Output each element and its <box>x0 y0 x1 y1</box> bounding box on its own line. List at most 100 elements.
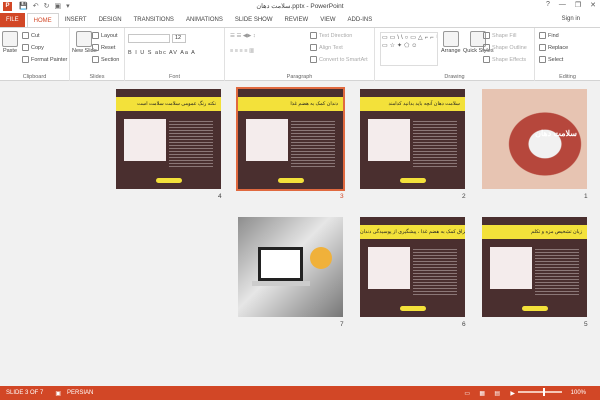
slide-thumbnail-1[interactable]: سلامت دهان <box>482 89 587 189</box>
tab-animations[interactable]: ANIMATIONS <box>180 13 229 27</box>
slide-sorter: سلامت دهان 1 سلامت دهان آنچه باید بدانید… <box>0 81 600 385</box>
align-buttons[interactable]: ≡ ≡ ≡ ≡ ▥ <box>230 48 254 54</box>
slide-1-title: سلامت دهان <box>535 129 577 138</box>
bullets-button[interactable]: ☰ ☰ ◀▶ ↕ <box>230 33 256 39</box>
slides-group: New Slide Layout Reset Section Slides <box>70 28 125 81</box>
help-icon[interactable]: ? <box>546 1 550 9</box>
slide-sorter-icon[interactable]: ▦ <box>479 390 485 397</box>
scissors-icon <box>22 32 29 39</box>
cut-button[interactable]: Cut <box>22 32 40 39</box>
zoom-slider[interactable] <box>518 391 562 393</box>
laptop-screen <box>258 247 303 281</box>
slideshow-view-icon[interactable]: ▶ <box>510 390 515 397</box>
convert-smartart-button[interactable]: Convert to SmartArt <box>310 56 368 63</box>
slide-thumbnail-3[interactable]: دندان کمک به هضم غذا <box>236 87 345 191</box>
shape-outline-button[interactable]: Shape Outline <box>483 44 527 51</box>
sign-in-link[interactable]: Sign in <box>562 16 580 22</box>
new-slide-icon <box>76 31 93 47</box>
tab-home[interactable]: HOME <box>26 13 59 27</box>
window-title: سلامت دهان.pptx - PowerPoint <box>256 3 344 10</box>
slide-number: 7 <box>340 321 344 328</box>
salivary-glands-image <box>368 247 410 289</box>
tab-add-ins[interactable]: ADD-INS <box>342 13 379 27</box>
slide-thumbnail-2[interactable]: سلامت دهان آنچه باید بدانید کدامند <box>360 89 465 189</box>
clipboard-group: Paste Cut Copy Format Painter Clipboard <box>0 28 70 81</box>
cursor-icon <box>539 56 546 63</box>
align-text-button[interactable]: Align Text <box>310 44 343 51</box>
ribbon: Paste Cut Copy Format Painter Clipboard … <box>0 27 600 81</box>
text-direction-icon <box>310 32 317 39</box>
shape-effects-button[interactable]: Shape Effects <box>483 56 526 63</box>
slide-number: 6 <box>462 321 466 328</box>
shapes-gallery[interactable]: ▭▭\\○▭△⌐⌐↳⇨☆{}▭☆✦⬠☺ <box>380 32 438 66</box>
ribbon-tabs: FILE HOME INSERT DESIGN TRANSITIONS ANIM… <box>0 12 600 27</box>
slide-footer-pill <box>522 306 548 311</box>
drawing-label: Drawing <box>444 74 465 80</box>
tab-insert[interactable]: INSERT <box>59 13 93 27</box>
format-painter-button[interactable]: Format Painter <box>22 56 67 63</box>
arrange-button[interactable]: Arrange <box>441 31 461 54</box>
brand-logo-icon <box>310 247 332 269</box>
paste-button[interactable]: Paste <box>2 31 18 54</box>
binoculars-icon <box>539 32 546 39</box>
slide-6-title: غدد بزاق کمک به هضم غذا ، پیشگیری از پوس… <box>360 225 465 239</box>
slide-2-title: سلامت دهان آنچه باید بدانید کدامند <box>360 97 465 111</box>
slide-count: SLIDE 3 OF 7 <box>6 390 44 396</box>
slide-text-block <box>413 247 457 297</box>
replace-button[interactable]: Replace <box>539 44 568 51</box>
normal-view-icon[interactable]: ▭ <box>464 390 470 397</box>
font-format-buttons[interactable]: B I U S abc AV Aa A <box>128 50 196 56</box>
language-indicator[interactable]: PERSIAN <box>67 390 93 396</box>
restore-icon[interactable]: ❐ <box>575 1 581 9</box>
paragraph-group: ☰ ☰ ◀▶ ↕ ≡ ≡ ≡ ≡ ▥ Text Direction Align … <box>225 28 375 81</box>
font-name-box[interactable] <box>128 34 170 43</box>
proofing-icon[interactable]: ▣ <box>55 390 61 397</box>
teeth-image <box>124 119 166 161</box>
section-button[interactable]: Section <box>92 56 119 63</box>
slide-thumbnail-5[interactable]: زبان تشخیص مزه و تکلم <box>482 217 587 317</box>
tab-review[interactable]: REVIEW <box>279 13 315 27</box>
tab-file[interactable]: FILE <box>0 13 25 27</box>
layout-button[interactable]: Layout <box>92 32 118 39</box>
tab-slide-show[interactable]: SLIDE SHOW <box>229 13 279 27</box>
reset-icon <box>92 44 99 51</box>
arrange-icon <box>442 31 459 47</box>
slide-thumbnail-4[interactable]: نکته رنگ عمومی سلامت سلامت است <box>116 89 221 189</box>
slide-text-block <box>535 247 579 297</box>
zoom-level[interactable]: 100% <box>571 390 586 396</box>
tooth-diagram-image <box>246 119 288 161</box>
tongue-image <box>490 247 532 289</box>
text-direction-button[interactable]: Text Direction <box>310 32 352 39</box>
shape-fill-button[interactable]: Shape Fill <box>483 32 516 39</box>
laptop-base <box>252 281 310 286</box>
slide-number: 4 <box>218 193 222 200</box>
slide-text-block <box>169 119 213 169</box>
paste-icon <box>2 31 18 47</box>
slide-4-title: نکته رنگ عمومی سلامت سلامت است <box>116 97 221 111</box>
reset-button[interactable]: Reset <box>92 44 115 51</box>
find-button[interactable]: Find <box>539 32 559 39</box>
tab-design[interactable]: DESIGN <box>93 13 128 27</box>
slide-thumbnail-6[interactable]: غدد بزاق کمک به هضم غذا ، پیشگیری از پوس… <box>360 217 465 317</box>
slide-number: 5 <box>584 321 588 328</box>
copy-icon <box>22 44 29 51</box>
close-icon[interactable]: ✕ <box>590 1 596 9</box>
minimize-icon[interactable]: — <box>559 1 566 9</box>
editing-group: Find Replace Select Editing <box>535 28 600 81</box>
reading-view-icon[interactable]: ▤ <box>494 390 500 397</box>
slide-thumbnail-7[interactable] <box>238 217 343 317</box>
window-controls: ? — ❐ ✕ <box>546 1 596 9</box>
align-text-icon <box>310 44 317 51</box>
tab-transitions[interactable]: TRANSITIONS <box>128 13 180 27</box>
lips-image <box>482 89 587 189</box>
paint-bucket-icon <box>483 32 490 39</box>
smartart-icon <box>310 56 317 63</box>
select-button[interactable]: Select <box>539 56 563 63</box>
zoom-slider-thumb[interactable] <box>543 388 545 396</box>
copy-button[interactable]: Copy <box>22 44 44 51</box>
font-size-box[interactable]: 12 <box>172 34 186 43</box>
tab-view[interactable]: VIEW <box>314 13 341 27</box>
slide-footer-pill <box>278 178 304 183</box>
effects-icon <box>483 56 490 63</box>
font-label: Font <box>168 74 180 80</box>
